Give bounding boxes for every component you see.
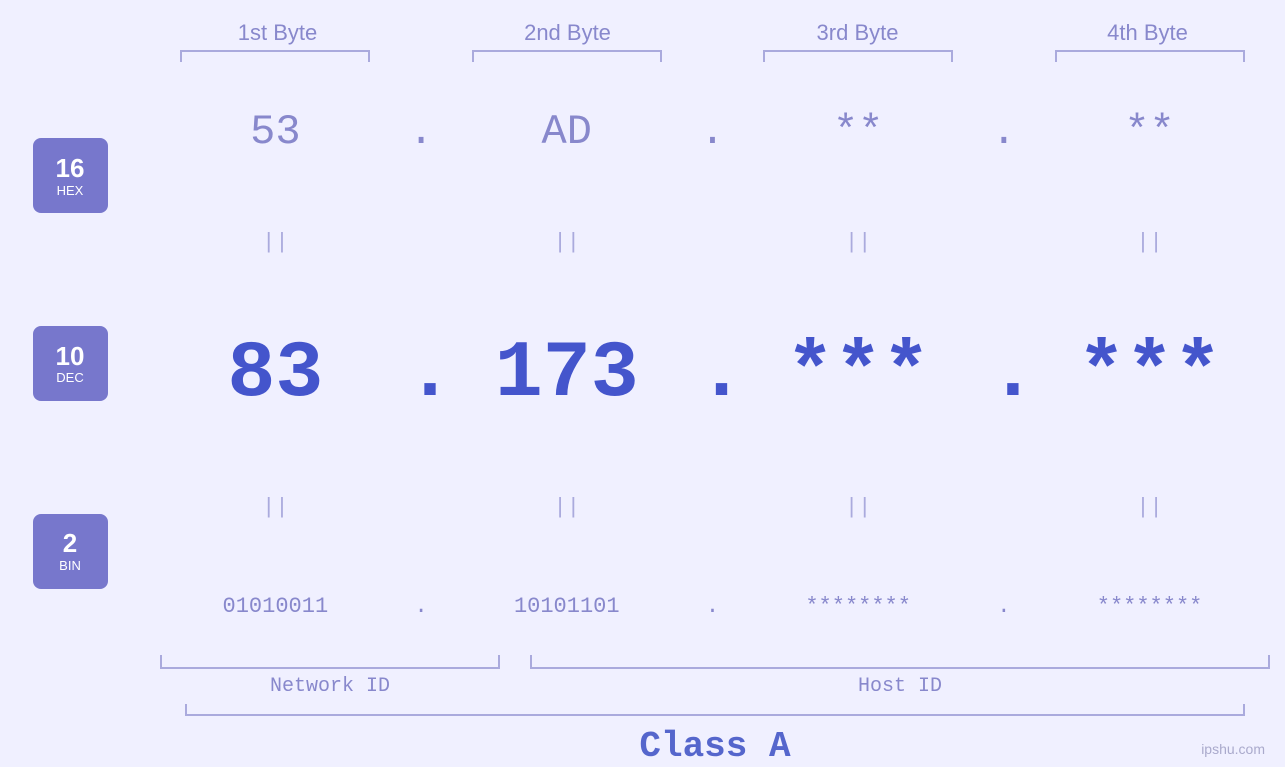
eq-row-1: || || || || (160, 230, 1265, 255)
dec-row: 83 . 173 . *** . *** (160, 329, 1265, 420)
byte-headers-row: 1st Byte 2nd Byte 3rd Byte 4th Byte (163, 20, 1263, 46)
content-area: 53 . AD . ** . ** || || (140, 72, 1285, 655)
bin-dot3: . (989, 594, 1019, 619)
hex-dot1: . (406, 108, 436, 156)
hex-row: 53 . AD . ** . ** (160, 108, 1265, 156)
dec-dot1: . (406, 335, 436, 415)
eq1-b4: || (1050, 230, 1250, 255)
bracket-byte4 (1055, 50, 1245, 62)
eq1-b3: || (758, 230, 958, 255)
eq2-b3: || (758, 495, 958, 520)
dec-b1: 83 (175, 329, 375, 420)
hex-b2: AD (467, 108, 667, 156)
bracket-byte1 (180, 50, 370, 62)
eq2-b4: || (1050, 495, 1250, 520)
dec-badge: 10 DEC (33, 326, 108, 401)
class-area: Class A (145, 704, 1285, 767)
class-label: Class A (639, 726, 790, 767)
byte1-header: 1st Byte (178, 20, 378, 46)
eq1-b2: || (467, 230, 667, 255)
hex-b1: 53 (175, 108, 375, 156)
watermark: ipshu.com (1201, 741, 1265, 757)
bin-row: 01010011 . 10101101 . ******** . *******… (160, 594, 1265, 619)
bin-badge: 2 BIN (33, 514, 108, 589)
byte4-header: 4th Byte (1048, 20, 1248, 46)
bin-b3: ******** (758, 594, 958, 619)
dec-b3: *** (758, 329, 958, 420)
hex-dot2: . (697, 108, 727, 156)
network-bracket-line (160, 655, 500, 669)
hex-dot3: . (989, 108, 1019, 156)
host-id-bracket: Host ID (515, 655, 1285, 698)
byte3-header: 3rd Byte (758, 20, 958, 46)
main-container: 1st Byte 2nd Byte 3rd Byte 4th Byte 16 H… (0, 0, 1285, 767)
host-id-label: Host ID (858, 675, 942, 698)
bin-b1: 01010011 (175, 594, 375, 619)
dec-b4: *** (1050, 329, 1250, 420)
bin-dot2: . (697, 594, 727, 619)
top-brackets (163, 50, 1263, 62)
bin-b2: 10101101 (467, 594, 667, 619)
bracket-byte3 (763, 50, 953, 62)
eq-row-2: || || || || (160, 495, 1265, 520)
eq2-b1: || (175, 495, 375, 520)
hex-b3: ** (758, 108, 958, 156)
bin-dot1: . (406, 594, 436, 619)
outer-bracket-line (185, 704, 1245, 716)
dec-b2: 173 (467, 329, 667, 420)
main-area: 16 HEX 10 DEC 2 BIN 53 . AD (0, 72, 1285, 655)
dec-dot3: . (989, 335, 1019, 415)
byte2-header: 2nd Byte (468, 20, 668, 46)
hex-badge: 16 HEX (33, 138, 108, 213)
network-id-label: Network ID (270, 675, 390, 698)
eq1-b1: || (175, 230, 375, 255)
eq2-b2: || (467, 495, 667, 520)
network-id-bracket: Network ID (145, 655, 515, 698)
bracket-byte2 (472, 50, 662, 62)
bin-b4: ******** (1050, 594, 1250, 619)
host-bracket-line (530, 655, 1270, 669)
hex-b4: ** (1050, 108, 1250, 156)
bottom-bracket-area: Network ID Host ID (145, 655, 1285, 698)
dec-dot2: . (697, 335, 727, 415)
badges-column: 16 HEX 10 DEC 2 BIN (0, 72, 140, 655)
